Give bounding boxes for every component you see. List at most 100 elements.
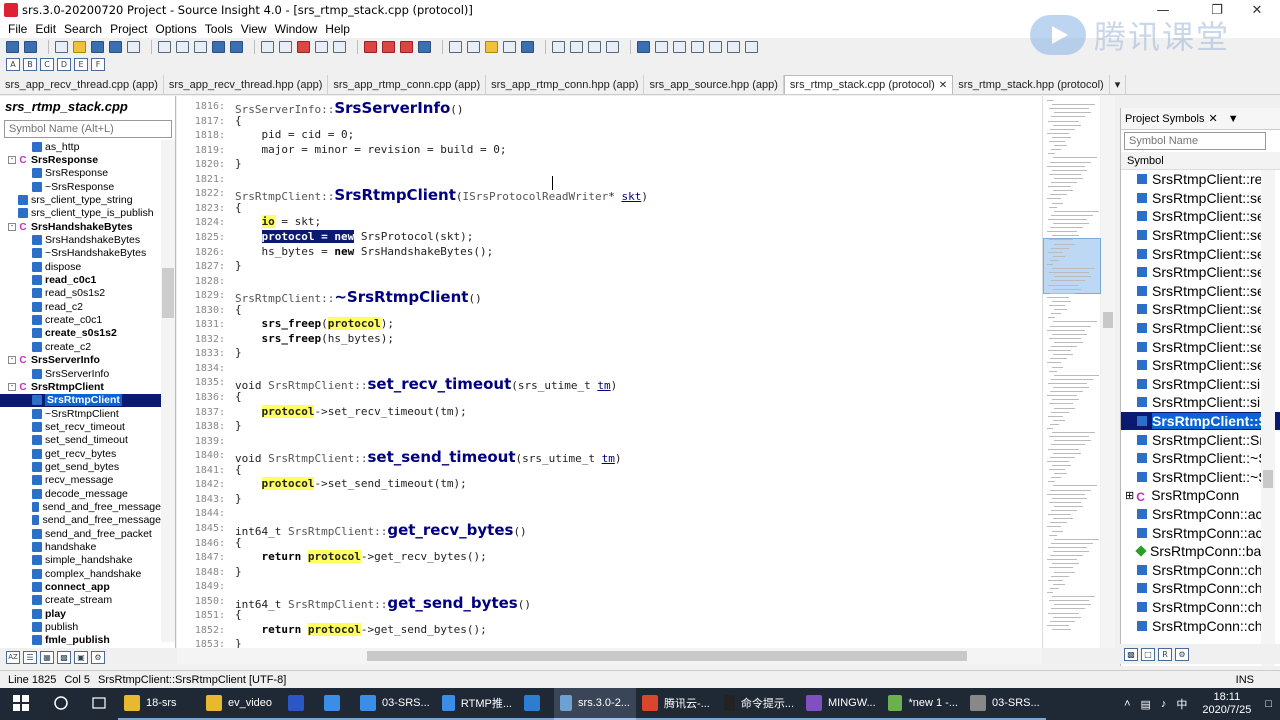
scrollbar-thumb[interactable]: [367, 651, 967, 661]
menu-search[interactable]: Search: [60, 22, 106, 36]
network-icon[interactable]: ▤: [1141, 698, 1151, 711]
symbol-tree-item[interactable]: - C SrsRtmpClient: [0, 380, 161, 393]
symbol-icon[interactable]: [503, 40, 516, 53]
settings-gear-icon[interactable]: ⚙: [1175, 647, 1189, 661]
save-icon[interactable]: [91, 40, 104, 53]
context-icon[interactable]: [467, 40, 480, 53]
project-symbol-search-input[interactable]: [1124, 132, 1266, 150]
code-line[interactable]: }: [235, 565, 242, 578]
symbol-tree-item[interactable]: create_stream: [0, 594, 161, 607]
taskbar-app[interactable]: 18-srs: [118, 688, 200, 720]
project-symbol-item[interactable]: SrsRtmpClient::Sr: [1121, 411, 1280, 431]
layout-1-icon[interactable]: [552, 40, 565, 53]
menu-edit[interactable]: Edit: [31, 22, 60, 36]
notification-icon[interactable]: □: [1265, 698, 1272, 710]
menu-window[interactable]: Window: [271, 22, 322, 36]
menu-file[interactable]: File: [4, 22, 31, 36]
file-tab[interactable]: srs_rtmp_stack.cpp (protocol) ✕: [783, 75, 954, 94]
layout-4-icon[interactable]: [606, 40, 619, 53]
code-line[interactable]: void SrsRtmpClient::set_recv_timeout(srs…: [235, 375, 617, 393]
zoom-icon[interactable]: [673, 40, 686, 53]
editor-horizontal-scrollbar[interactable]: [177, 648, 1042, 664]
symbol-tree-item[interactable]: read_c2: [0, 300, 161, 313]
code-line[interactable]: return protocol->get_send_bytes();: [235, 622, 487, 636]
taskbar-app[interactable]: 腾讯云-...: [636, 688, 718, 720]
code-line[interactable]: hs_bytes = new SrsHandshakeBytes();: [235, 245, 493, 258]
reference-icon[interactable]: R: [1158, 647, 1172, 661]
project-symbol-item[interactable]: SrsRtmpConn::ac: [1121, 505, 1280, 524]
settings-gear-icon[interactable]: ⚙: [91, 650, 105, 664]
undo-icon[interactable]: [212, 40, 225, 53]
bookmark-prev-icon[interactable]: [382, 40, 395, 53]
symbol-tree-item[interactable]: ~SrsHandshakeBytes: [0, 247, 161, 260]
taskbar-app[interactable]: 03-SRS...: [964, 688, 1046, 720]
cut-icon[interactable]: [158, 40, 171, 53]
project-symbol-item[interactable]: SrsRtmpClient::~S: [1121, 449, 1280, 468]
code-line[interactable]: {: [235, 536, 242, 549]
code-line[interactable]: srs_freep(hs_bytes);: [235, 332, 394, 345]
scrollbar-thumb[interactable]: [162, 268, 174, 318]
symbol-tree-item[interactable]: read_s0s1s2: [0, 287, 161, 300]
symbol-tree-item[interactable]: publish: [0, 620, 161, 633]
start-button[interactable]: [0, 688, 42, 720]
code-line[interactable]: SrsRtmpClient::~SrsRtmpClient(): [235, 288, 482, 306]
code-line[interactable]: int64_t SrsRtmpClient::get_send_bytes(): [235, 594, 531, 612]
lookup-icon[interactable]: [418, 40, 431, 53]
code-minimap[interactable]: [1042, 96, 1101, 648]
book-icon[interactable]: ▣: [74, 650, 88, 664]
symbol-tree-item[interactable]: complex_handshake: [0, 567, 161, 580]
layout-2-icon[interactable]: [570, 40, 583, 53]
taskbar-app[interactable]: srs.3.0-2...: [554, 688, 636, 720]
code-line[interactable]: }: [235, 346, 242, 359]
symbol-tree-item[interactable]: get_recv_bytes: [0, 447, 161, 460]
taskbar-app[interactable]: ev_video: [200, 688, 282, 720]
symbol-tree-item[interactable]: set_send_timeout: [0, 434, 161, 447]
chevron-down-icon[interactable]: ▼: [1228, 113, 1239, 125]
symbol-column-header[interactable]: Symbol: [1121, 152, 1280, 170]
taskbar-app[interactable]: 命令提示...: [718, 688, 800, 720]
style-d-icon[interactable]: D: [57, 57, 71, 71]
menu-view[interactable]: View: [237, 22, 271, 36]
taskbar-app[interactable]: MINGW...: [800, 688, 882, 720]
open-folder-icon[interactable]: [73, 40, 86, 53]
layout-3-icon[interactable]: [588, 40, 601, 53]
copy-icon[interactable]: [176, 40, 189, 53]
project-symbol-item[interactable]: SrsRtmpConn::ac: [1121, 523, 1280, 542]
print-icon[interactable]: [127, 40, 140, 53]
menu-help[interactable]: Help: [321, 22, 354, 36]
bookmark-add-icon[interactable]: [364, 40, 377, 53]
project-symbol-item[interactable]: SrsRtmpClient::re: [1121, 170, 1280, 189]
project-symbol-item[interactable]: SrsRtmpConn::ba: [1121, 542, 1280, 561]
style-a-icon[interactable]: A: [6, 57, 20, 71]
search-button[interactable]: [42, 688, 80, 720]
file-tab[interactable]: srs_app_source.hpp (app): [644, 75, 784, 94]
symbol-tree-item[interactable]: as_http: [0, 140, 161, 153]
style-e-icon[interactable]: E: [74, 57, 88, 71]
symbol-tree-item[interactable]: srs_client_type_string: [0, 193, 161, 206]
project-icon[interactable]: ▩: [1124, 647, 1138, 661]
style-c-icon[interactable]: C: [40, 57, 54, 71]
forward-icon[interactable]: [24, 40, 37, 53]
window-icon[interactable]: [691, 40, 704, 53]
symbol-search-input[interactable]: [4, 120, 172, 138]
code-line[interactable]: SrsRtmpClient::SrsRtmpClient(ISrsProtoco…: [235, 186, 648, 204]
project-icon[interactable]: [637, 40, 650, 53]
symbol-tree-item[interactable]: SrsResponse: [0, 167, 161, 180]
code-line[interactable]: {: [235, 463, 242, 476]
symbol-tree-item[interactable]: recv_message: [0, 474, 161, 487]
symbol-tree-item[interactable]: dispose: [0, 260, 161, 273]
symbol-tree-item[interactable]: SrsRtmpClient: [0, 393, 161, 407]
filter-icon[interactable]: ▩: [57, 650, 71, 664]
editor-vertical-scrollbar[interactable]: [1101, 96, 1115, 648]
tab-list-dropdown[interactable]: ▾: [1110, 75, 1127, 94]
symbol-tree-item[interactable]: create_s0s1s2: [0, 327, 161, 340]
symbol-tree-item[interactable]: handshake: [0, 540, 161, 553]
code-line[interactable]: return protocol->get_recv_bytes();: [235, 550, 487, 564]
symbol-tree-item[interactable]: send_and_free_packet: [0, 527, 161, 540]
panel-icon[interactable]: [745, 40, 758, 53]
file-tab[interactable]: srs_rtmp_stack.hpp (protocol): [953, 75, 1110, 94]
symbol-tree-item[interactable]: set_recv_timeout: [0, 420, 161, 433]
symbol-tree-item[interactable]: simple_handshake: [0, 554, 161, 567]
symbol-tree-item[interactable]: get_send_bytes: [0, 460, 161, 473]
symbol-tree-item[interactable]: decode_message: [0, 487, 161, 500]
